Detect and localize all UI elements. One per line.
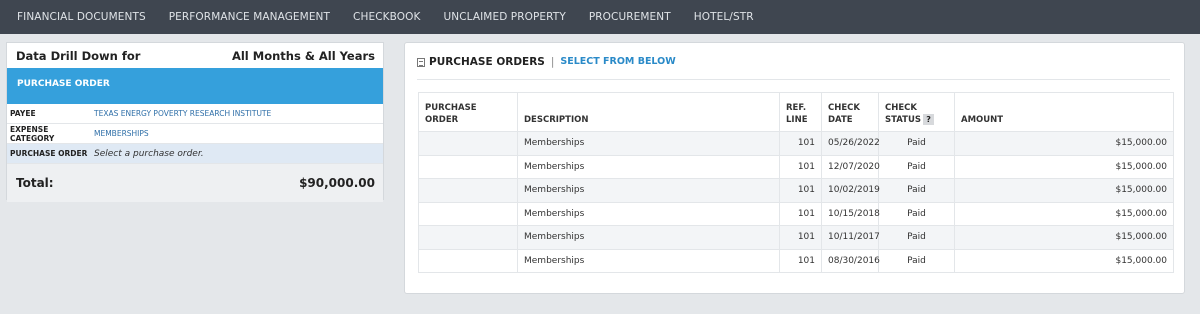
cell-ref-line: 101 <box>779 225 822 250</box>
cell-check-status: Paid <box>878 154 955 179</box>
cell-purchase-order[interactable] <box>418 131 518 156</box>
table-row[interactable]: Memberships 101 08/30/2016 Paid $15,000.… <box>418 248 1174 273</box>
document-icon <box>417 58 425 67</box>
col-check-date[interactable]: CHECK DATE <box>821 92 879 132</box>
purchase-orders-header: PURCHASE ORDERS | SELECT FROM BELOW <box>417 56 1170 80</box>
cell-amount: $15,000.00 <box>954 201 1174 226</box>
expense-category-link[interactable]: MEMBERSHIPS <box>92 129 149 138</box>
purchase-orders-table: PURCHASE ORDER DESCRIPTION REF. LINE CHEC… <box>418 92 1174 273</box>
col-amount[interactable]: AMOUNT <box>954 92 1174 132</box>
nav-unclaimed-property[interactable]: UNCLAIMED PROPERTY <box>443 11 565 23</box>
cell-check-status: Paid <box>878 178 955 203</box>
cell-amount: $15,000.00 <box>954 225 1174 250</box>
drill-down-panel: Data Drill Down for All Months & All Yea… <box>6 42 384 202</box>
cell-check-status: Paid <box>878 225 955 250</box>
table-header-row: PURCHASE ORDER DESCRIPTION REF. LINE CHEC… <box>418 92 1174 132</box>
purchase-orders-title: PURCHASE ORDERS <box>429 56 545 68</box>
title-separator: | <box>550 56 555 68</box>
cell-check-status: Paid <box>878 201 955 226</box>
col-check-status[interactable]: CHECK STATUS? <box>878 92 955 132</box>
purchase-orders-panel: PURCHASE ORDERS | SELECT FROM BELOW PURC… <box>404 42 1185 294</box>
select-from-below-link[interactable]: SELECT FROM BELOW <box>560 56 675 67</box>
col-ref-line[interactable]: REF. LINE <box>779 92 822 132</box>
cell-description: Memberships <box>517 225 780 250</box>
cell-ref-line: 101 <box>779 131 822 156</box>
nav-financial-documents[interactable]: FINANCIAL DOCUMENTS <box>17 11 146 23</box>
drill-down-header: Data Drill Down for All Months & All Yea… <box>7 43 383 68</box>
cell-amount: $15,000.00 <box>954 248 1174 273</box>
expense-category-label: EXPENSE CATEGORY <box>10 124 55 143</box>
help-icon[interactable]: ? <box>923 114 935 125</box>
cell-ref-line: 101 <box>779 154 822 179</box>
filter-rows: PAYEE TEXAS ENERGY POVERTY RESEARCH INST… <box>7 104 383 164</box>
total-label: Total: <box>16 176 54 190</box>
cell-check-date: 10/02/2019 <box>821 178 880 203</box>
cell-purchase-order[interactable] <box>418 201 518 226</box>
cell-ref-line: 101 <box>779 201 822 226</box>
cell-description: Memberships <box>517 201 780 226</box>
cell-amount: $15,000.00 <box>954 154 1174 179</box>
cell-description: Memberships <box>517 248 780 273</box>
payee-label: PAYEE <box>10 109 36 118</box>
top-navigation: FINANCIAL DOCUMENTS PERFORMANCE MANAGEME… <box>0 0 1200 34</box>
cell-ref-line: 101 <box>779 248 822 273</box>
cell-description: Memberships <box>517 178 780 203</box>
table-row[interactable]: Memberships 101 10/15/2018 Paid $15,000.… <box>418 201 1174 226</box>
cell-check-date: 08/30/2016 <box>821 248 880 273</box>
total-value: $90,000.00 <box>299 176 375 190</box>
col-description[interactable]: DESCRIPTION <box>517 92 780 132</box>
drill-down-period: All Months & All Years <box>231 48 375 63</box>
cell-description: Memberships <box>517 154 780 179</box>
cell-purchase-order[interactable] <box>418 225 518 250</box>
cell-description: Memberships <box>517 131 780 156</box>
cell-check-status: Paid <box>878 131 955 156</box>
total-row: Total: $90,000.00 <box>7 164 383 202</box>
table-row[interactable]: Memberships 101 05/26/2022 Paid $15,000.… <box>418 131 1174 156</box>
cell-purchase-order[interactable] <box>418 178 518 203</box>
cell-check-date: 10/11/2017 <box>821 225 880 250</box>
cell-amount: $15,000.00 <box>954 131 1174 156</box>
cell-amount: $15,000.00 <box>954 178 1174 203</box>
purchase-order-banner: PURCHASE ORDER <box>7 68 383 104</box>
purchase-order-label: PURCHASE ORDER <box>10 149 88 158</box>
cell-check-status: Paid <box>878 248 955 273</box>
expense-category-row: EXPENSE CATEGORY MEMBERSHIPS <box>7 124 383 144</box>
cell-check-date: 10/15/2018 <box>821 201 880 226</box>
col-purchase-order[interactable]: PURCHASE ORDER <box>418 92 518 132</box>
drill-down-heading: Data Drill Down for <box>16 48 141 63</box>
cell-purchase-order[interactable] <box>418 154 518 179</box>
cell-purchase-order[interactable] <box>418 248 518 273</box>
table-row[interactable]: Memberships 101 10/02/2019 Paid $15,000.… <box>418 178 1174 203</box>
nav-procurement[interactable]: PROCUREMENT <box>589 11 671 23</box>
payee-row: PAYEE TEXAS ENERGY POVERTY RESEARCH INST… <box>7 104 383 124</box>
payee-link[interactable]: TEXAS ENERGY POVERTY RESEARCH INSTITUTE <box>92 109 271 118</box>
nav-performance-management[interactable]: PERFORMANCE MANAGEMENT <box>169 11 330 23</box>
cell-ref-line: 101 <box>779 178 822 203</box>
table-row[interactable]: Memberships 101 12/07/2020 Paid $15,000.… <box>418 154 1174 179</box>
purchase-order-prompt: Select a purchase order. <box>94 148 204 159</box>
nav-checkbook[interactable]: CHECKBOOK <box>353 11 420 23</box>
cell-check-date: 05/26/2022 <box>821 131 880 156</box>
cell-check-date: 12/07/2020 <box>821 154 880 179</box>
nav-hotel-str[interactable]: HOTEL/STR <box>694 11 754 23</box>
table-row[interactable]: Memberships 101 10/11/2017 Paid $15,000.… <box>418 225 1174 250</box>
purchase-order-row: PURCHASE ORDER Select a purchase order. <box>7 144 383 164</box>
